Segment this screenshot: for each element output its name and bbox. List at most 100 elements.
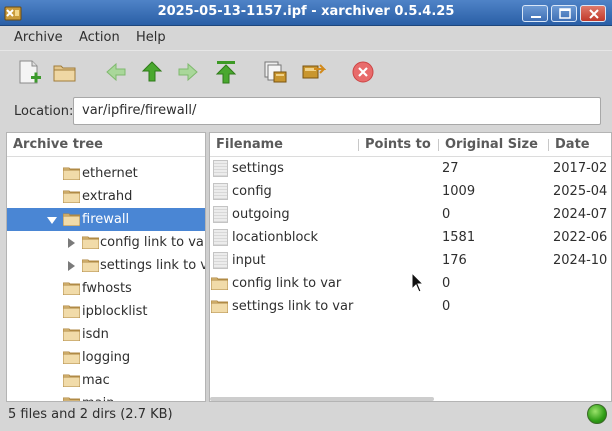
tree-item-ipblocklist[interactable]: ipblocklist [7,300,205,323]
location-bar: Location: var/ipfire/firewall/ [0,92,612,130]
close-icon [589,9,599,19]
file-icon [213,160,228,177]
folder-icon [63,213,80,226]
file-icon [213,252,228,269]
file-date: 2024-07 [553,207,608,222]
column-header-date[interactable]: Date [549,133,611,157]
file-date: 2024-10 [553,253,608,268]
folder-icon [63,305,80,318]
folder-icon [211,277,228,290]
folder-icon [63,282,80,295]
file-size: 176 [442,253,467,268]
tree-item-label: fwhosts [82,281,132,296]
tree-item-config-link[interactable]: config link to var [7,231,206,254]
extract-icon[interactable] [262,59,288,85]
column-header-filename[interactable]: Filename [210,133,360,157]
file-row-settings[interactable]: settings 27 2017-02 [210,157,611,180]
file-row-outgoing[interactable]: outgoing 0 2024-07 [210,203,611,226]
folder-icon [82,236,99,249]
file-list-pane[interactable]: Filename Points to Original Size Date se… [209,132,612,402]
folder-icon [63,397,80,401]
top-level-icon[interactable] [213,59,239,85]
tree-item-ethernet[interactable]: ethernet [7,162,205,185]
folder-icon [82,259,99,272]
file-date: 2017-02 [553,161,608,176]
location-label: Location: [14,104,74,119]
open-archive-icon[interactable] [52,59,78,85]
tree-item-main[interactable]: main [7,392,205,401]
file-row-config[interactable]: config 1009 2025-04 [210,180,611,203]
tree-item-label: extrahd [82,189,133,204]
archive-tree-header[interactable]: Archive tree [7,133,205,157]
file-name: input [232,253,266,268]
back-arrow-icon[interactable] [103,59,129,85]
maximize-button[interactable] [551,5,577,22]
file-row-settings-link[interactable]: settings link to var 0 [210,295,611,318]
close-button[interactable] [580,5,606,22]
tree-item-mac[interactable]: mac [7,369,205,392]
up-arrow-icon[interactable] [139,59,165,85]
column-header-original-size[interactable]: Original Size [439,133,549,157]
expander-down-icon[interactable] [47,217,57,224]
tree-item-firewall[interactable]: firewall [7,208,205,231]
file-row-input[interactable]: input 176 2024-10 [210,249,611,272]
folder-icon [63,374,80,387]
file-icon [213,206,228,223]
file-date: 2022-06 [553,230,608,245]
folder-icon [63,328,80,341]
stop-icon[interactable] [350,59,376,85]
tree-item-label: settings link to var [100,258,205,273]
mouse-cursor-icon [411,272,425,293]
tree-item-label: isdn [82,327,109,342]
folder-icon [63,190,80,203]
folder-icon [211,300,228,313]
add-files-icon[interactable] [300,59,326,85]
file-row-locationblock[interactable]: locationblock 1581 2022-06 [210,226,611,249]
status-led-icon [587,404,607,424]
file-name: locationblock [232,230,319,245]
tree-item-label: ipblocklist [82,304,148,319]
minimize-button[interactable] [522,5,548,22]
tree-item-label: config link to var [100,235,206,250]
column-header-points-to[interactable]: Points to [359,133,439,157]
file-size: 0 [442,299,451,314]
maximize-icon [559,8,571,19]
forward-arrow-icon[interactable] [175,59,201,85]
file-size: 0 [442,276,451,291]
tree-item-label: main [82,396,114,401]
file-name: config [232,184,272,199]
tree-item-settings-link[interactable]: settings link to var [7,254,205,277]
file-size: 0 [442,207,451,222]
file-size: 27 [442,161,459,176]
toolbar [0,50,612,92]
window-title: 2025-05-13-1157.ipf - xarchiver 0.5.4.25 [157,4,455,19]
menu-archive[interactable]: Archive [14,30,63,45]
expander-right-icon[interactable] [68,261,75,271]
file-date: 2025-04 [553,184,608,199]
folder-icon [63,167,80,180]
tree-item-label: firewall [82,212,130,227]
file-name: settings link to var [232,299,354,314]
new-archive-icon[interactable] [16,59,42,85]
tree-item-label: ethernet [82,166,138,181]
menu-bar: Archive Action Help [0,26,612,50]
status-bar: 5 files and 2 dirs (2.7 KB) [0,403,612,431]
file-size: 1581 [442,230,476,245]
tree-item-isdn[interactable]: isdn [7,323,205,346]
location-input[interactable]: var/ipfire/firewall/ [73,97,601,125]
file-name: outgoing [232,207,290,222]
expander-right-icon[interactable] [68,238,75,248]
archive-tree-pane[interactable]: Archive tree ethernet extrahd firewall c… [6,132,206,402]
file-size: 1009 [442,184,476,199]
file-name: settings [232,161,284,176]
tree-item-extrahd[interactable]: extrahd [7,185,205,208]
tree-item-fwhosts[interactable]: fwhosts [7,277,205,300]
horizontal-scrollbar[interactable] [210,397,434,401]
tree-item-logging[interactable]: logging [7,346,205,369]
file-name: config link to var [232,276,342,291]
menu-action[interactable]: Action [79,30,120,45]
file-icon [213,183,228,200]
tree-item-label: mac [82,373,110,388]
status-text: 5 files and 2 dirs (2.7 KB) [8,407,173,422]
menu-help[interactable]: Help [136,30,166,45]
